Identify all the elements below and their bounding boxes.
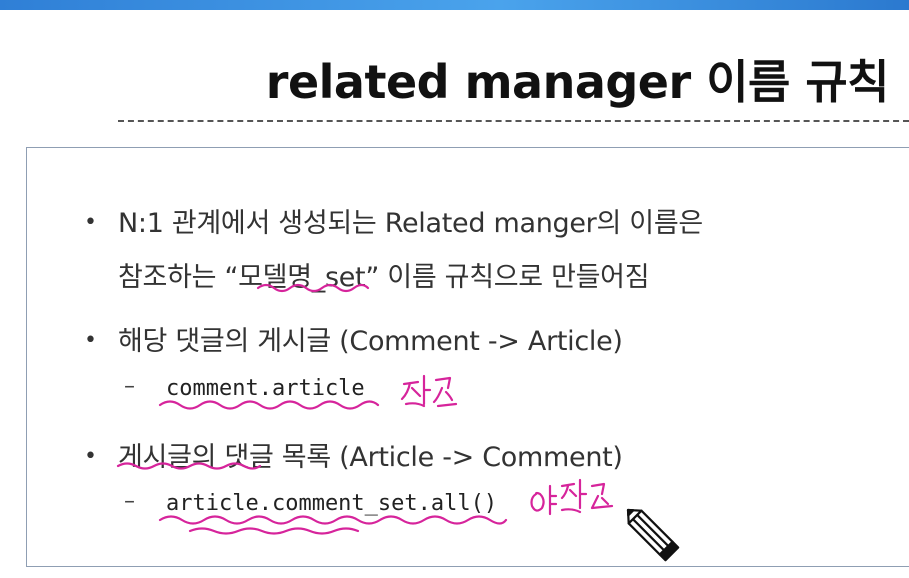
bullet-1-line-2: 참조하는 “모델명_set” 이름 규칙으로 만들어짐 — [118, 262, 650, 293]
sub-bullet-dash: – — [124, 374, 135, 399]
bullet-1-line-1: N:1 관계에서 생성되는 Related manger의 이름은 — [118, 208, 703, 239]
bullet-dot: • — [84, 444, 97, 469]
title-divider — [118, 120, 909, 122]
bullet-dot: • — [84, 328, 97, 353]
code-comment-article: comment.article — [166, 376, 365, 401]
bullet-2-text: 해당 댓글의 게시글 (Comment -> Article) — [118, 326, 623, 357]
slide-title: related manager 이름 규칙 — [265, 55, 890, 109]
bullet-3-text: 게시글의 댓글 목록 (Article -> Comment) — [118, 442, 623, 473]
top-accent-bar — [0, 0, 909, 10]
bullet-dot: • — [84, 210, 97, 235]
sub-bullet-dash: – — [124, 489, 135, 514]
code-article-comment-set: article.comment_set.all() — [166, 491, 498, 516]
